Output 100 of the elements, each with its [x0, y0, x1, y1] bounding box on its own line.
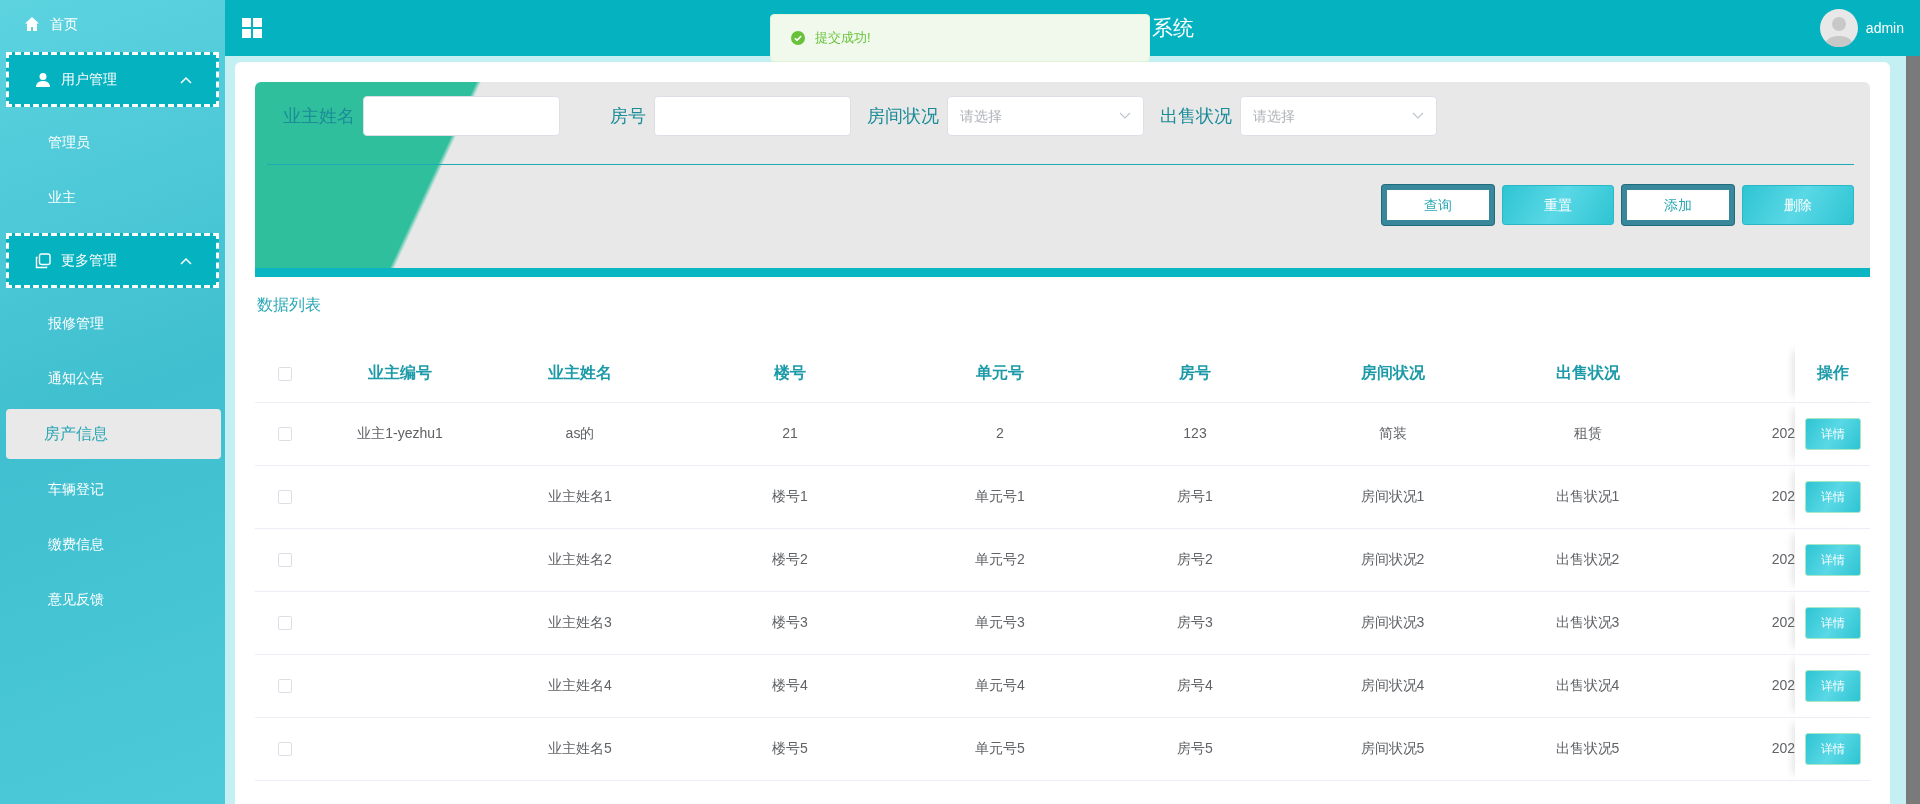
table-cell: 楼号1 — [772, 488, 808, 504]
table-cell: 出售状况1 — [1555, 488, 1620, 504]
table-cell: 业主1-yezhu1 — [357, 425, 443, 441]
select-all-checkbox[interactable] — [278, 367, 292, 381]
menu-group-header[interactable]: 更多管理 — [6, 233, 219, 288]
table-cell: 楼号5 — [772, 740, 808, 756]
table-cell: 202 — [1771, 551, 1795, 567]
sidebar-item[interactable]: 管理员 — [4, 115, 221, 170]
table-cell: 楼号4 — [772, 677, 808, 693]
field-label: 房间状况 — [867, 104, 939, 128]
sidebar-item[interactable]: 首页 — [0, 4, 225, 44]
table-cell: 业主姓名2 — [548, 551, 612, 567]
row-checkbox[interactable] — [278, 742, 292, 757]
details-button[interactable]: 详情 — [1804, 480, 1861, 513]
select-placeholder: 请选择 — [960, 106, 1002, 126]
table-cell: 202 — [1771, 614, 1795, 630]
details-button[interactable]: 详情 — [1804, 543, 1861, 576]
details-button[interactable]: 详情 — [1804, 606, 1861, 639]
sidebar-item[interactable]: 房产信息 — [6, 409, 221, 459]
select-placeholder: 请选择 — [1253, 106, 1295, 126]
chevron-down-icon — [1119, 112, 1131, 120]
table-cell: 202 — [1771, 488, 1795, 504]
table-cell: 202 — [1771, 677, 1795, 693]
column-header: 业主姓名 — [548, 364, 612, 382]
filled-button[interactable]: 重置 — [1502, 185, 1614, 225]
table-cell: 出售状况3 — [1555, 614, 1620, 630]
table-cell: 单元号1 — [975, 488, 1025, 504]
filled-button[interactable]: 删除 — [1742, 185, 1854, 225]
column-header: 楼号 — [774, 364, 806, 382]
table-cell: 房号5 — [1177, 740, 1213, 756]
table-cell: 房号2 — [1177, 551, 1213, 567]
table-cell: 房号1 — [1177, 488, 1213, 504]
home-icon — [24, 16, 40, 32]
row-checkbox[interactable] — [278, 427, 292, 442]
table-cell: 业主姓名3 — [548, 614, 612, 630]
select-field[interactable]: 请选择 — [947, 96, 1144, 136]
table-cell: 出售状况2 — [1555, 551, 1620, 567]
user-icon — [35, 71, 51, 88]
table-cell: 简装 — [1378, 425, 1407, 441]
avatar-icon — [1819, 9, 1858, 47]
row-checkbox[interactable] — [278, 490, 292, 505]
outlined-button[interactable]: 添加 — [1622, 185, 1734, 225]
caret-icon — [180, 256, 192, 265]
table-cell: 出售状况5 — [1555, 740, 1620, 756]
column-header: 房间状况 — [1360, 364, 1425, 382]
table-cell: 房间状况1 — [1360, 488, 1425, 504]
page-title: 系统 — [1152, 15, 1194, 42]
input-field[interactable] — [654, 96, 851, 136]
table-cell: 单元号3 — [975, 614, 1025, 630]
table-cell: 楼号3 — [772, 614, 808, 630]
chevron-down-icon — [1412, 112, 1424, 120]
table-cell: 2 — [996, 425, 1004, 441]
table-cell: 单元号5 — [975, 740, 1025, 756]
table-cell: 业主姓名1 — [548, 488, 612, 504]
sidebar-item[interactable]: 意见反馈 — [4, 572, 221, 627]
menu-group-header[interactable]: 用户管理 — [6, 52, 219, 107]
table-cell: 单元号4 — [975, 677, 1025, 693]
scrollbar[interactable] — [1906, 56, 1920, 804]
column-header: 业主编号 — [368, 364, 432, 382]
table-cell: 房间状况5 — [1360, 740, 1425, 756]
column-header: 房号 — [1179, 364, 1211, 382]
table-cell: 房间状况3 — [1360, 614, 1425, 630]
column-header: 操作 — [1816, 364, 1849, 382]
list-title: 数据列表 — [257, 295, 322, 315]
sidebar-item[interactable]: 业主 — [4, 170, 221, 225]
table-cell: as的 — [565, 425, 595, 441]
table-cell: 房号3 — [1177, 614, 1213, 630]
table-cell: 房号4 — [1177, 677, 1213, 693]
row-checkbox[interactable] — [278, 553, 292, 568]
table-cell: 业主姓名5 — [548, 740, 612, 756]
sidebar-item[interactable]: 缴费信息 — [4, 517, 221, 572]
table-cell: 出售状况4 — [1555, 677, 1620, 693]
sidebar-item[interactable]: 通知公告 — [4, 351, 221, 406]
details-button[interactable]: 详情 — [1804, 732, 1861, 765]
table-cell: 单元号2 — [975, 551, 1025, 567]
input-field[interactable] — [363, 96, 560, 136]
select-field[interactable]: 请选择 — [1240, 96, 1437, 136]
user-name[interactable]: admin — [1865, 17, 1904, 39]
table-cell: 房间状况4 — [1360, 677, 1425, 693]
table-cell: 202 — [1771, 425, 1795, 441]
copy-icon — [35, 252, 51, 269]
details-button[interactable]: 详情 — [1804, 417, 1861, 450]
table-cell: 房间状况2 — [1360, 551, 1425, 567]
field-label: 房号 — [610, 104, 646, 128]
table-cell: 202 — [1771, 740, 1795, 756]
grid-icon — [241, 17, 263, 39]
row-checkbox[interactable] — [278, 616, 292, 631]
toast-message: 提交成功! — [815, 29, 871, 48]
check-icon — [791, 31, 805, 45]
details-button[interactable]: 详情 — [1804, 669, 1861, 702]
column-header: 单元号 — [976, 364, 1024, 382]
outlined-button[interactable]: 查询 — [1382, 185, 1494, 225]
table-cell: 21 — [782, 425, 798, 441]
caret-icon — [180, 75, 192, 84]
field-label: 出售状况 — [1160, 104, 1232, 128]
table-cell: 楼号2 — [772, 551, 808, 567]
row-checkbox[interactable] — [278, 679, 292, 694]
sidebar-item[interactable]: 报修管理 — [4, 296, 221, 351]
table-cell: 123 — [1183, 425, 1207, 441]
sidebar-item[interactable]: 车辆登记 — [4, 462, 221, 517]
